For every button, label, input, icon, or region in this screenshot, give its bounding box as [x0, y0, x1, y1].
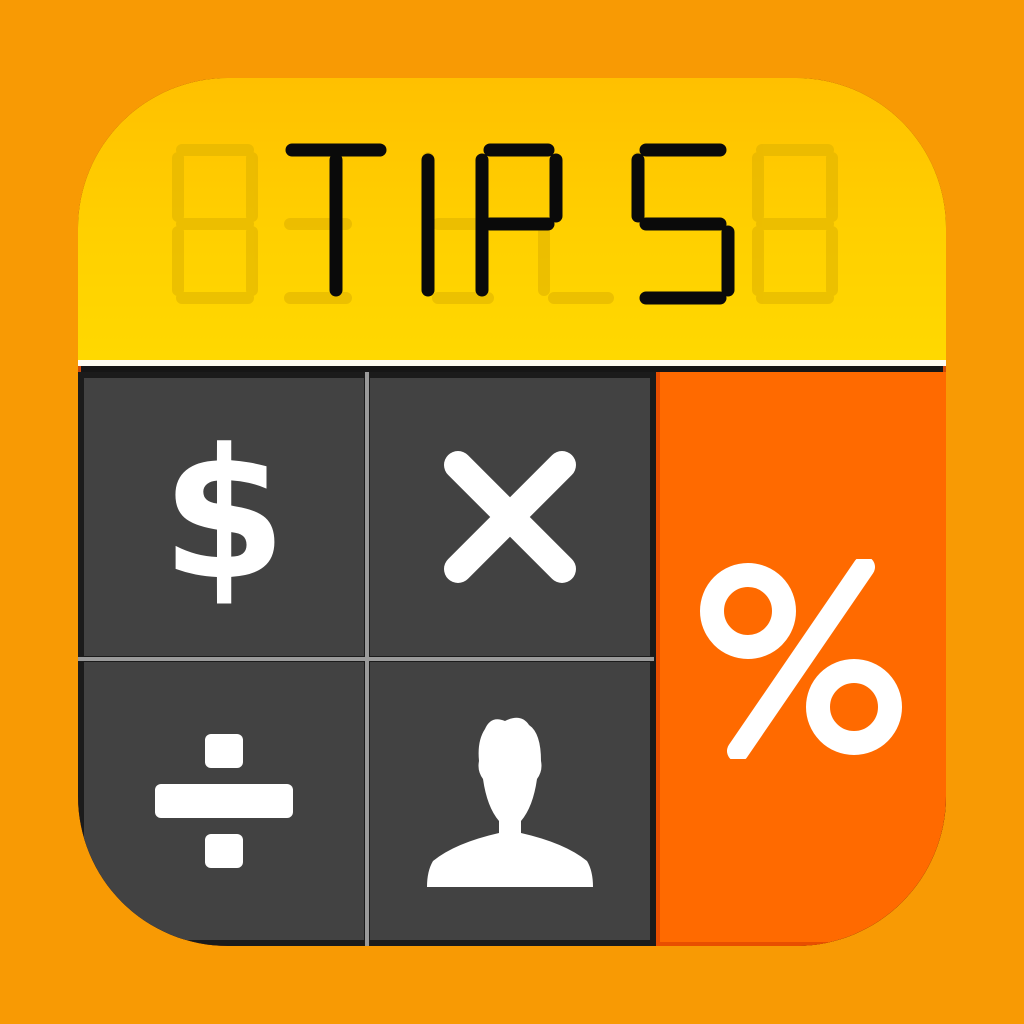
lcd-display — [78, 78, 946, 366]
percent-icon — [700, 559, 902, 759]
dollar-key[interactable]: $ — [84, 378, 364, 656]
divide-key[interactable] — [84, 662, 364, 940]
tips-app-icon: $ — [78, 78, 946, 946]
lcd-display-text — [172, 143, 838, 305]
svg-text:$: $ — [161, 427, 286, 607]
person-icon — [427, 717, 593, 887]
lcd-lit-segments — [285, 143, 735, 305]
multiply-key[interactable] — [370, 378, 650, 656]
person-key[interactable] — [370, 662, 650, 940]
key-divider-horizontal — [78, 657, 654, 661]
divide-icon — [155, 734, 293, 868]
percent-key[interactable] — [656, 372, 946, 946]
dollar-icon: $ — [161, 427, 286, 607]
multiply-icon — [444, 451, 576, 583]
keypad: $ — [78, 372, 946, 946]
